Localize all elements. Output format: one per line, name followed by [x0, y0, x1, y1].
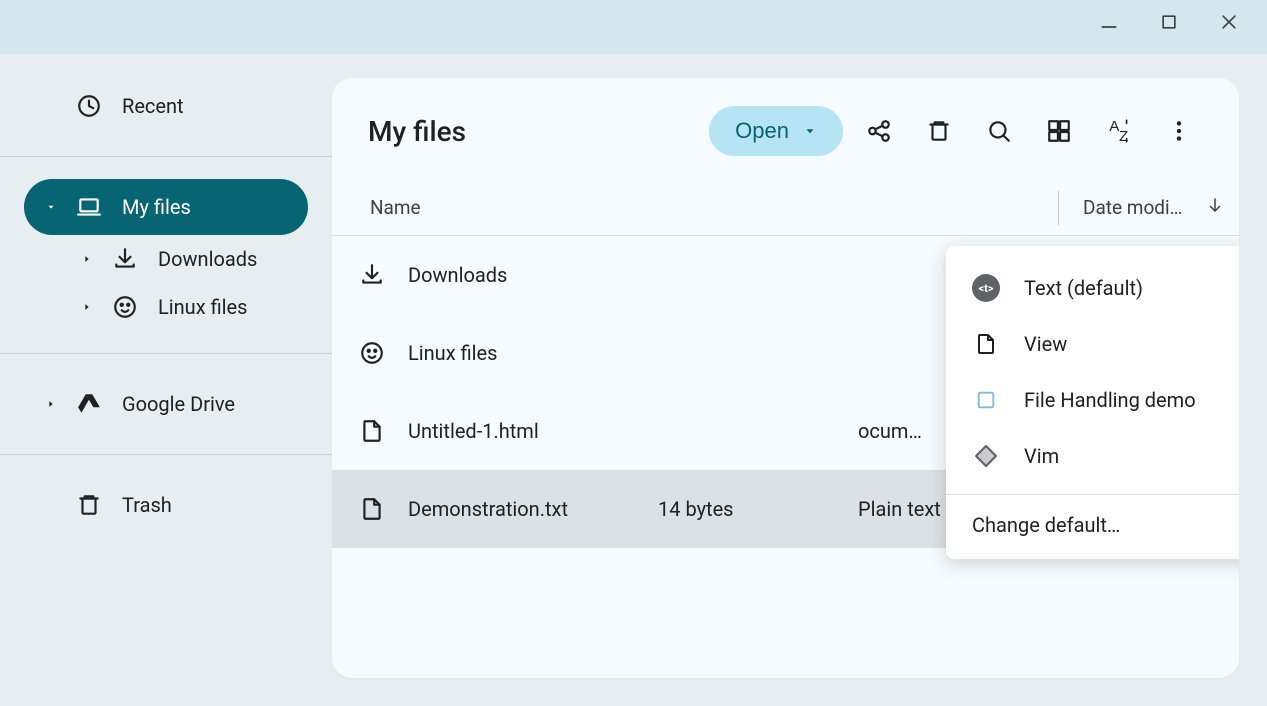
- cell-name: Linux files: [408, 341, 658, 365]
- toolbar: My files Open AZ: [332, 78, 1239, 180]
- download-icon: [336, 262, 408, 288]
- cell-name: Demonstration.txt: [408, 497, 658, 521]
- text-default-icon: <t>: [972, 274, 1000, 302]
- window-close-button[interactable]: [1219, 12, 1239, 32]
- page-title: My files: [368, 115, 466, 148]
- sort-button[interactable]: AZ: [1095, 107, 1143, 155]
- laptop-icon: [76, 194, 102, 220]
- view-toggle-button[interactable]: [1035, 107, 1083, 155]
- table-header: Name Date modi…: [332, 180, 1239, 236]
- menu-item[interactable]: File Handling demo: [946, 372, 1239, 428]
- more-button[interactable]: [1155, 107, 1203, 155]
- window-maximize-button[interactable]: [1159, 12, 1179, 32]
- sort-desc-icon: [1206, 196, 1224, 219]
- sidebar-item-my-files[interactable]: My files: [24, 179, 308, 235]
- col-date[interactable]: Date modi…: [1058, 191, 1224, 225]
- trash-icon: [76, 492, 102, 518]
- content-panel: My files Open AZ: [332, 78, 1239, 678]
- chevron-right-icon: [46, 399, 56, 409]
- cell-size: 14 bytes: [658, 497, 858, 521]
- open-button[interactable]: Open: [709, 106, 843, 156]
- file-icon: [972, 330, 1000, 358]
- cell-name: Untitled-1.html: [408, 419, 658, 443]
- sidebar-label: Linux files: [158, 295, 247, 319]
- chevron-down-icon: [46, 201, 56, 213]
- sidebar-label: Google Drive: [122, 392, 235, 416]
- penguin-icon: [336, 340, 408, 366]
- file-icon: [336, 418, 408, 444]
- window-minimize-button[interactable]: [1099, 12, 1119, 32]
- sidebar-item-google-drive[interactable]: Google Drive: [24, 376, 308, 432]
- app-icon: [972, 386, 1000, 414]
- vim-icon: [972, 442, 1000, 470]
- chevron-right-icon: [82, 254, 92, 264]
- sidebar-label: Recent: [122, 94, 184, 118]
- sidebar-item-linux-files[interactable]: Linux files: [60, 283, 308, 331]
- sidebar-item-recent[interactable]: Recent: [24, 78, 308, 134]
- menu-item[interactable]: Vim: [946, 428, 1239, 484]
- drive-icon: [76, 391, 102, 417]
- sidebar-label: Trash: [122, 493, 172, 517]
- download-icon: [112, 246, 138, 272]
- window-titlebar: [0, 0, 1267, 54]
- sidebar-item-downloads[interactable]: Downloads: [60, 235, 308, 283]
- clock-icon: [76, 93, 102, 119]
- sidebar-label: Downloads: [158, 247, 257, 271]
- share-button[interactable]: [855, 107, 903, 155]
- menu-item-label: Text (default): [1024, 276, 1143, 300]
- menu-item[interactable]: View: [946, 316, 1239, 372]
- open-button-label: Open: [735, 118, 789, 144]
- menu-item-label: File Handling demo: [1024, 388, 1196, 412]
- search-button[interactable]: [975, 107, 1023, 155]
- chevron-down-icon: [803, 118, 817, 144]
- chevron-right-icon: [82, 302, 92, 312]
- col-name[interactable]: Name: [336, 196, 658, 219]
- file-icon: [336, 496, 408, 522]
- sidebar: Recent My files: [0, 54, 332, 706]
- menu-item-label: Vim: [1024, 444, 1059, 468]
- menu-item[interactable]: <t> Text (default): [946, 260, 1239, 316]
- sidebar-item-trash[interactable]: Trash: [24, 477, 308, 533]
- penguin-icon: [112, 294, 138, 320]
- menu-item-label: View: [1024, 332, 1067, 356]
- open-with-menu: <t> Text (default) View File Handling demo V…: [946, 246, 1239, 559]
- menu-change-default[interactable]: Change default…: [946, 495, 1239, 559]
- sidebar-label: My files: [122, 195, 191, 219]
- cell-name: Downloads: [408, 263, 658, 287]
- delete-button[interactable]: [915, 107, 963, 155]
